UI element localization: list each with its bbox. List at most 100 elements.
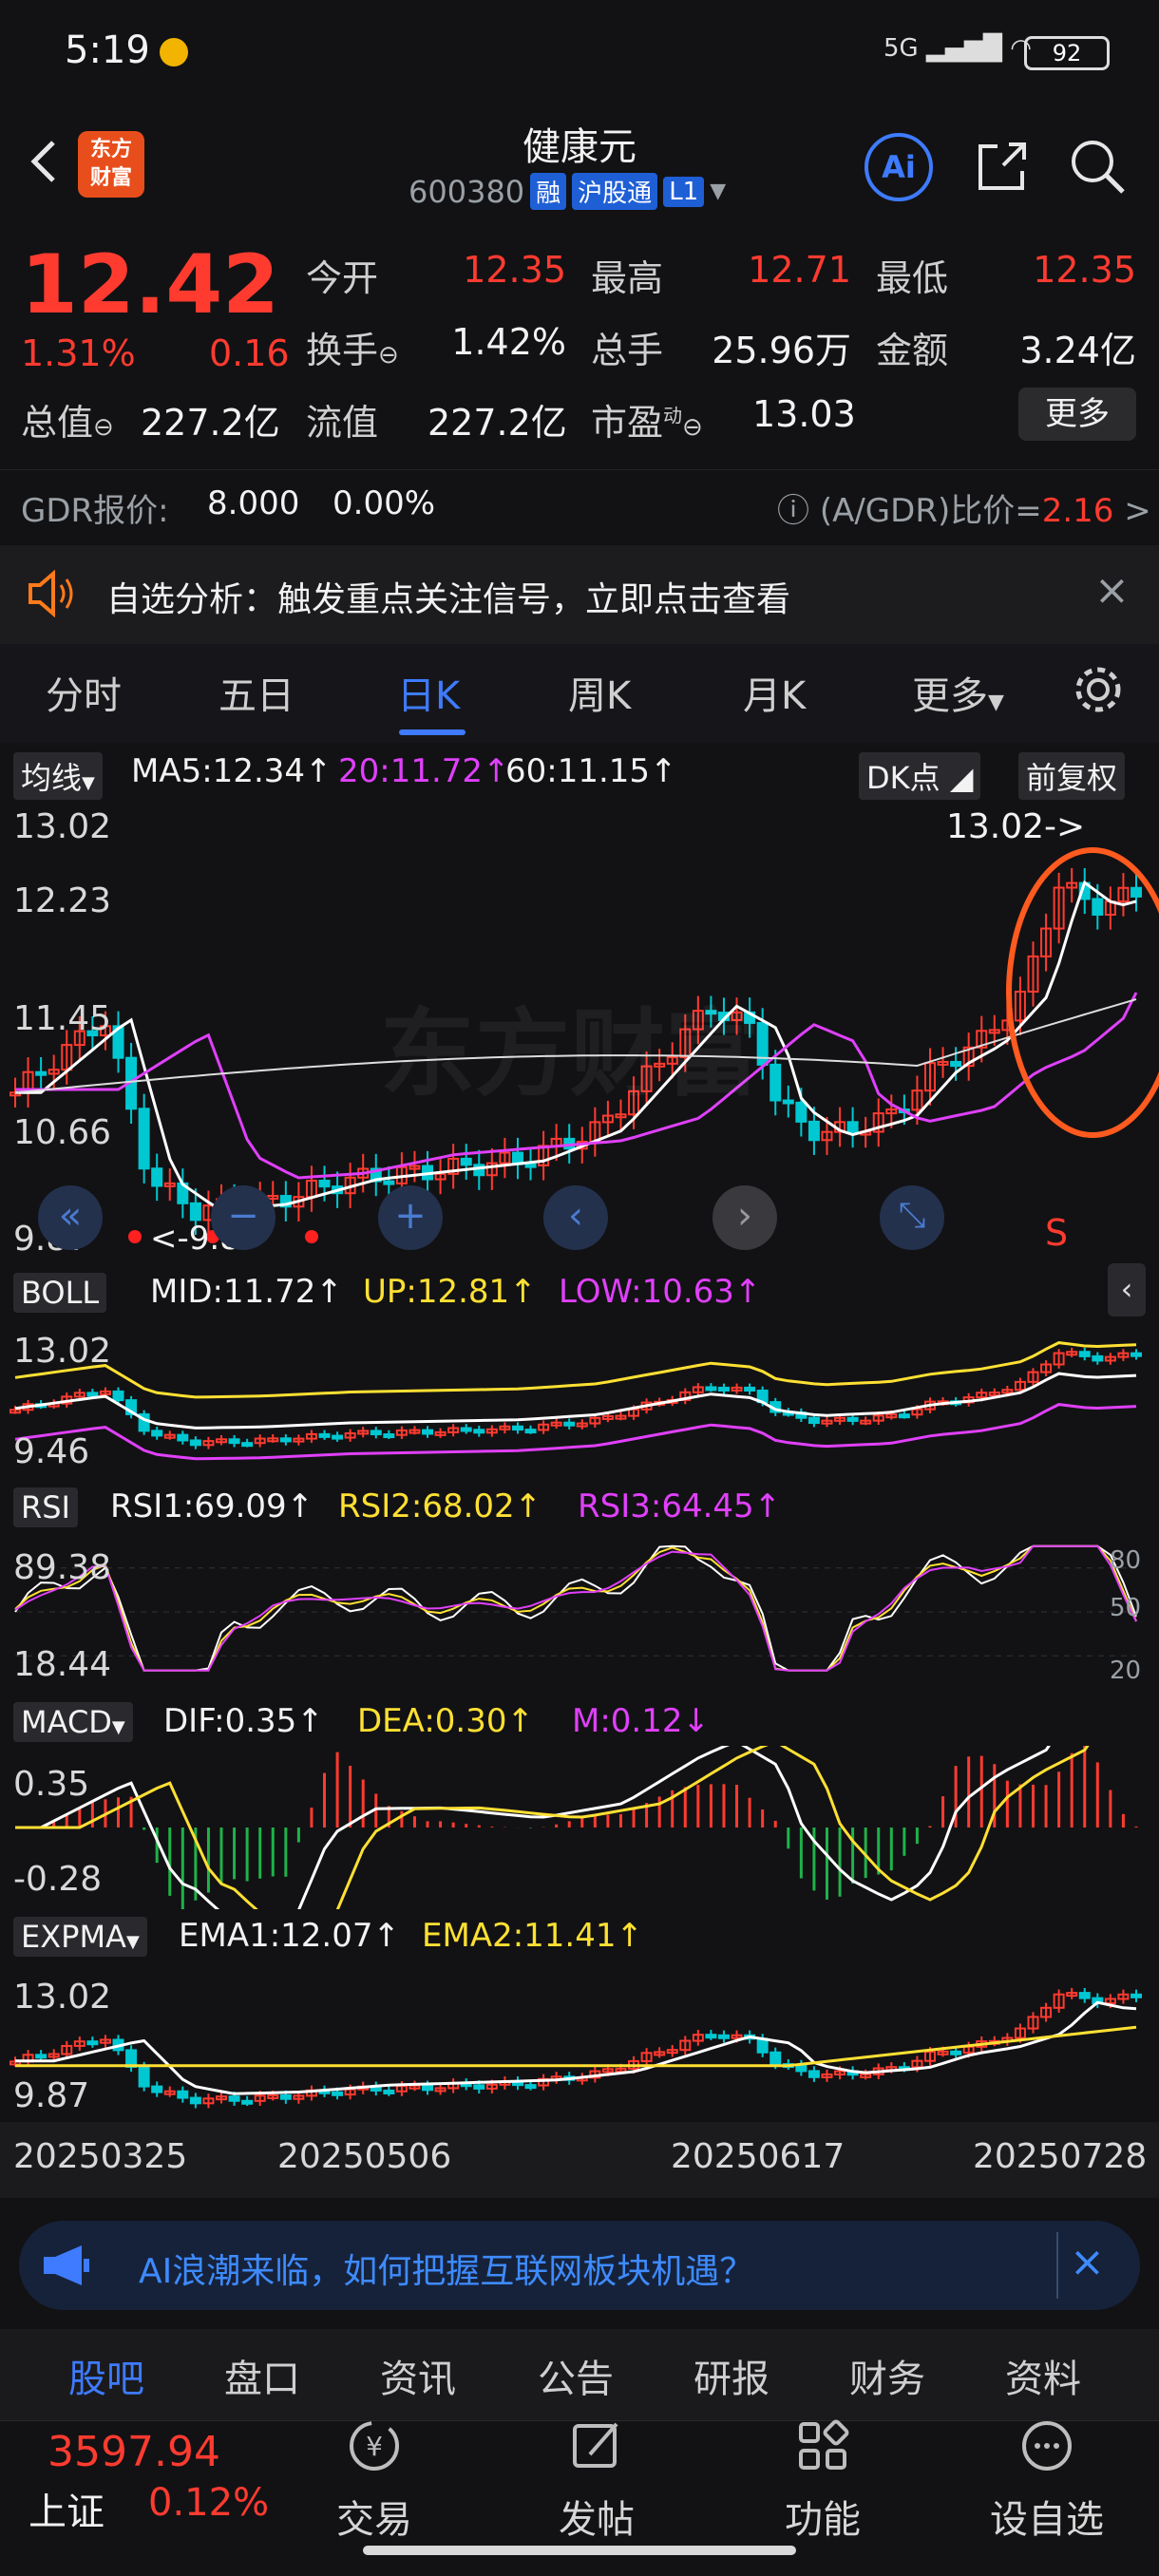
high-value: 12.71 bbox=[748, 249, 851, 291]
rsi3-line bbox=[14, 1544, 1137, 1672]
rsi2-value: RSI2:68.02↑ bbox=[338, 1487, 542, 1525]
boll-chart[interactable] bbox=[0, 1318, 1159, 1470]
tab-research[interactable]: 研报 bbox=[694, 2348, 770, 2403]
rsi-chart[interactable] bbox=[0, 1531, 1159, 1693]
tab-profile[interactable]: 资料 bbox=[1005, 2348, 1081, 2403]
ma5-value: MA5:12.34↑ bbox=[131, 752, 332, 790]
tab-five-day[interactable]: 五日 bbox=[218, 665, 294, 720]
expma-ema1: EMA1:12.07↑ bbox=[179, 1917, 400, 1955]
open-label: 今开 bbox=[306, 257, 379, 299]
more-button[interactable]: 更多 bbox=[1018, 388, 1136, 441]
tab-orderbook[interactable]: 盘口 bbox=[224, 2348, 300, 2403]
search-icon[interactable] bbox=[1064, 133, 1130, 199]
expma-selector[interactable]: EXPMA▼ bbox=[13, 1917, 147, 1957]
help-icon[interactable]: ⓘ bbox=[777, 492, 809, 530]
scroll-right-button[interactable]: › bbox=[712, 1185, 777, 1250]
ma-selector[interactable]: 均线▼ bbox=[13, 752, 103, 800]
boll-candle bbox=[241, 1442, 254, 1448]
kline-candle bbox=[383, 1180, 395, 1185]
total-mv-label[interactable]: 总值⊖ bbox=[21, 393, 114, 445]
ma5-text: MA5:12.34 bbox=[131, 752, 306, 790]
pe-label[interactable]: 市盈动⊖ bbox=[591, 393, 703, 445]
close-icon[interactable]: × bbox=[1070, 2238, 1105, 2286]
boll-candle bbox=[717, 1386, 730, 1392]
nav-trade[interactable]: ¥ 交易 bbox=[308, 2413, 441, 2544]
boll-candle bbox=[1092, 1354, 1104, 1362]
kline-candle bbox=[189, 1202, 201, 1222]
boll-candle bbox=[228, 1438, 240, 1445]
dk-point-label: DK点 bbox=[866, 760, 940, 796]
tab-daily-k[interactable]: 日K bbox=[397, 665, 460, 720]
boll-candle bbox=[189, 1439, 201, 1447]
tab-news[interactable]: 资讯 bbox=[380, 2348, 456, 2403]
index-value[interactable]: 3597.94 bbox=[48, 2428, 220, 2476]
rsi2-text: RSI2:68.02 bbox=[338, 1487, 515, 1525]
signal-icon: 5G ▂▄▆█ ◠ bbox=[884, 34, 1032, 63]
watermark: 东方财富 bbox=[380, 998, 760, 1109]
expma-candle bbox=[189, 2096, 201, 2105]
rsi1-value: RSI1:69.09↑ bbox=[110, 1487, 314, 1525]
settings-gear-icon[interactable] bbox=[1072, 663, 1125, 716]
stock-code-row[interactable]: 600380 融 沪股通 L1 ▼ bbox=[408, 173, 726, 210]
zoom-out-button[interactable]: − bbox=[211, 1185, 276, 1250]
tab-finance[interactable]: 财务 bbox=[849, 2348, 925, 2403]
nav-functions-label: 功能 bbox=[785, 2498, 861, 2542]
rsi-level-50: 50 bbox=[1110, 1594, 1142, 1622]
index-pct: 0.12% bbox=[148, 2481, 270, 2525]
boll-candle bbox=[177, 1433, 189, 1442]
scroll-left-button[interactable]: ‹ bbox=[543, 1185, 608, 1250]
ai-button[interactable]: Ai bbox=[864, 133, 933, 201]
boll-up-line bbox=[14, 1341, 1137, 1399]
fullscreen-icon[interactable]: ⤡ bbox=[880, 1185, 944, 1250]
boll-candle bbox=[370, 1430, 382, 1436]
boll-selector[interactable]: BOLL bbox=[13, 1273, 107, 1313]
nav-trade-label: 交易 bbox=[336, 2498, 412, 2542]
ma20-text: 20:11.72 bbox=[338, 752, 484, 790]
expma-chart[interactable] bbox=[0, 1960, 1159, 2122]
boll-candle bbox=[563, 1421, 576, 1427]
gdr-pct: 0.00% bbox=[332, 484, 436, 522]
boll-y-top: 13.02 bbox=[13, 1332, 112, 1371]
signal-dot bbox=[128, 1230, 142, 1243]
expma-candle bbox=[1078, 1992, 1091, 1999]
chevron-down-icon: ▼ bbox=[111, 1717, 125, 1737]
ai-banner-text: AI浪潮来临，如何把握互联网板块机遇？ bbox=[139, 2252, 754, 2291]
dk-point-button[interactable]: DK点 ◢ bbox=[859, 752, 981, 800]
jump-start-button[interactable]: « bbox=[38, 1185, 103, 1250]
macd-chart[interactable] bbox=[0, 1746, 1159, 1909]
share-icon[interactable] bbox=[969, 133, 1036, 199]
kline-candle bbox=[151, 1167, 163, 1187]
index-name: 上证 bbox=[28, 2491, 104, 2534]
collapse-panel-button[interactable]: ‹ bbox=[1108, 1263, 1146, 1316]
tab-announcements[interactable]: 公告 bbox=[538, 2348, 614, 2403]
boll-candle bbox=[744, 1386, 756, 1392]
boll-candle bbox=[151, 1430, 163, 1437]
tab-intraday[interactable]: 分时 bbox=[46, 665, 122, 720]
macd-dif-text: DIF:0.35 bbox=[163, 1702, 297, 1740]
boll-candle bbox=[318, 1432, 331, 1438]
boll-candle bbox=[705, 1386, 717, 1392]
tab-weekly-k[interactable]: 周K bbox=[568, 665, 631, 720]
macd-selector[interactable]: MACD▼ bbox=[13, 1702, 133, 1742]
nav-post[interactable]: 发帖 bbox=[530, 2413, 663, 2544]
adjust-button[interactable]: 前复权 bbox=[1018, 752, 1126, 800]
turnover-label[interactable]: 换手⊖ bbox=[306, 321, 399, 373]
boll-y-bottom: 9.46 bbox=[13, 1432, 90, 1471]
tab-more-label: 更多 bbox=[912, 674, 988, 718]
expma-candle bbox=[383, 2089, 395, 2094]
zoom-in-button[interactable]: + bbox=[378, 1185, 443, 1250]
tab-more[interactable]: 更多▼ bbox=[912, 665, 1004, 720]
sell-signal-marker: S bbox=[1045, 1212, 1069, 1254]
expma-candle bbox=[151, 2085, 163, 2093]
nav-functions[interactable]: 功能 bbox=[756, 2413, 889, 2544]
tab-monthly-k[interactable]: 月K bbox=[743, 665, 806, 720]
boll-up: UP:12.81↑ bbox=[363, 1273, 537, 1311]
boll-mid-text: MID:11.72 bbox=[150, 1273, 316, 1311]
more-dots-icon bbox=[1022, 2421, 1072, 2471]
close-icon[interactable]: × bbox=[1094, 566, 1130, 615]
rsi-selector[interactable]: RSI bbox=[13, 1487, 78, 1527]
kline-candle bbox=[35, 1070, 48, 1076]
nav-add-watchlist[interactable]: 设自选 bbox=[980, 2413, 1113, 2544]
date-label: 20250325 bbox=[13, 2137, 188, 2176]
tab-forum[interactable]: 股吧 bbox=[68, 2348, 144, 2403]
